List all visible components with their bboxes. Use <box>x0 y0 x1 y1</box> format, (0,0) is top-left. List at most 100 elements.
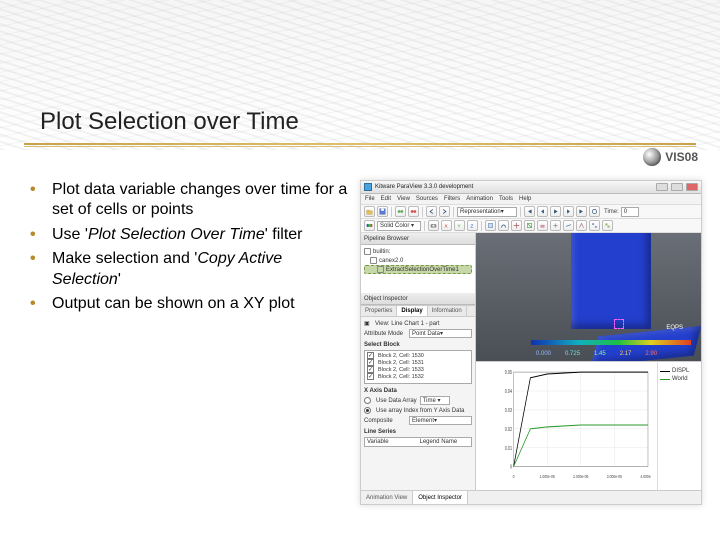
svg-text:0.04: 0.04 <box>505 389 513 395</box>
selection-marker <box>614 319 624 329</box>
y-axis-button[interactable]: Y <box>454 220 465 231</box>
filter-clip-button[interactable] <box>511 220 522 231</box>
filter-glyph-button[interactable] <box>550 220 561 231</box>
block-item[interactable]: Block 2, Cell: 1533 <box>367 366 469 373</box>
chart-plot: 00.010.020.030.040.0501.000e-052.000e-05… <box>476 362 657 493</box>
svg-text:0.03: 0.03 <box>505 407 513 413</box>
disconnect-button[interactable] <box>408 206 419 217</box>
minimize-button[interactable] <box>656 183 668 191</box>
block-checkbox[interactable] <box>367 359 374 366</box>
svg-text:0.02: 0.02 <box>505 426 513 432</box>
vcr-loop-button[interactable] <box>589 206 600 217</box>
block-checkbox[interactable] <box>367 373 374 380</box>
visibility-icon[interactable] <box>370 257 377 264</box>
filter-slice-button[interactable] <box>524 220 535 231</box>
vcr-last-button[interactable] <box>576 206 587 217</box>
bullet-item: •Output can be shown on a XY plot <box>30 294 355 314</box>
tab-display[interactable]: Display <box>397 306 427 316</box>
xaxis-dataarray-radio[interactable] <box>364 397 371 404</box>
tab-information[interactable]: Information <box>428 306 467 316</box>
color-array-dropdown[interactable]: Solid Color ▾ <box>377 221 421 231</box>
svg-text:X: X <box>444 224 448 229</box>
z-axis-button[interactable]: Z <box>467 220 478 231</box>
menu-animation[interactable]: Animation <box>466 196 493 202</box>
redo-button[interactable] <box>439 206 450 217</box>
menu-view[interactable]: View <box>397 196 410 202</box>
menu-edit[interactable]: Edit <box>381 196 391 202</box>
undo-button[interactable] <box>426 206 437 217</box>
3d-view[interactable]: EQPS 0.0000.7251.452.172.90 <box>476 233 701 361</box>
pipeline-browser-title: Pipeline Browser <box>361 233 475 245</box>
connect-button[interactable] <box>395 206 406 217</box>
line-series-label: Line Series <box>364 429 472 435</box>
menu-file[interactable]: File <box>365 196 375 202</box>
representation-dropdown[interactable]: Representation ▾ <box>457 207 517 217</box>
menu-filters[interactable]: Filters <box>444 196 460 202</box>
paraview-window: Kitware ParaView 3.3.0 development File E… <box>360 180 702 505</box>
menu-help[interactable]: Help <box>519 196 531 202</box>
object-inspector-title: Object Inspector <box>361 293 475 305</box>
menu-bar: File Edit View Sources Filters Animation Tools… <box>361 194 701 205</box>
x-axis-button[interactable]: X <box>441 220 452 231</box>
bottom-tab[interactable]: Animation View <box>361 491 413 504</box>
visibility-icon[interactable] <box>377 266 384 273</box>
pipeline-item[interactable]: builtin: <box>364 247 472 256</box>
maximize-button[interactable] <box>671 183 683 191</box>
vcr-first-button[interactable] <box>524 206 535 217</box>
filter-extract-button[interactable] <box>602 220 613 231</box>
close-button[interactable] <box>686 183 698 191</box>
filter-threshold-button[interactable] <box>537 220 548 231</box>
bottom-tab-bar: Animation ViewObject Inspector <box>361 490 701 504</box>
svg-text:3.000e-05: 3.000e-05 <box>607 473 623 479</box>
open-button[interactable] <box>364 206 375 217</box>
filter-group-button[interactable] <box>589 220 600 231</box>
vcr-next-button[interactable] <box>563 206 574 217</box>
block-list[interactable]: Block 2, Cell: 1530Block 2, Cell: 1531Bl… <box>364 350 472 384</box>
bottom-tab[interactable]: Object Inspector <box>413 491 468 504</box>
pipeline-item[interactable]: canex2.0 <box>364 256 472 265</box>
svg-text:0.01: 0.01 <box>505 445 513 451</box>
legend-item: DISPL <box>660 368 699 374</box>
filter-warp-button[interactable] <box>576 220 587 231</box>
vcr-prev-button[interactable] <box>537 206 548 217</box>
reset-camera-button[interactable] <box>428 220 439 231</box>
slide-title: Plot Selection over Time <box>40 108 299 136</box>
inspector-tabs: PropertiesDisplayInformation <box>361 306 475 317</box>
block-item[interactable]: Block 2, Cell: 1532 <box>367 373 469 380</box>
pipeline-item[interactable]: ExtractSelectionOverTime1 <box>364 265 472 274</box>
save-button[interactable] <box>377 206 388 217</box>
svg-text:0: 0 <box>513 473 516 479</box>
block-item[interactable]: Block 2, Cell: 1530 <box>367 352 469 359</box>
visibility-icon[interactable] <box>364 248 371 255</box>
col-legend: Legend Name <box>420 439 470 445</box>
tab-properties[interactable]: Properties <box>361 306 397 316</box>
pipeline-browser: builtin:canex2.0ExtractSelectionOverTime… <box>361 245 475 293</box>
block-checkbox[interactable] <box>367 366 374 373</box>
block-item[interactable]: Block 2, Cell: 1531 <box>367 359 469 366</box>
window-title: Kitware ParaView 3.3.0 development <box>375 184 653 190</box>
vcr-play-button[interactable] <box>550 206 561 217</box>
xaxis-array-dropdown[interactable]: Time ▾ <box>420 396 450 405</box>
col-variable: Variable <box>367 439 417 445</box>
xy-chart-view[interactable]: 00.010.020.030.040.0501.000e-052.000e-05… <box>476 361 701 493</box>
title-divider <box>24 143 696 149</box>
menu-sources[interactable]: Sources <box>416 196 438 202</box>
view-label: View: Line Chart 1 - part <box>375 321 440 327</box>
time-field[interactable]: 0 <box>621 207 639 217</box>
svg-text:Z: Z <box>470 224 473 229</box>
filter-stream-button[interactable] <box>563 220 574 231</box>
select-block-label: Select Block <box>364 342 472 348</box>
menu-tools[interactable]: Tools <box>499 196 513 202</box>
color-bar-ticks: 0.0000.7251.452.172.90 <box>536 351 657 357</box>
composite-label: Composite <box>364 418 406 424</box>
filter-calc-button[interactable] <box>485 220 496 231</box>
object-inspector: PropertiesDisplayInformation ▣View: Line… <box>361 305 475 493</box>
filter-contour-button[interactable] <box>498 220 509 231</box>
attribute-mode-dropdown[interactable]: Point Data ▾ <box>409 329 472 338</box>
block-checkbox[interactable] <box>367 352 374 359</box>
color-by-button[interactable] <box>364 220 375 231</box>
svg-text:Y: Y <box>457 224 461 229</box>
composite-dropdown[interactable]: Element ▾ <box>409 416 472 425</box>
xaxis-index-radio[interactable] <box>364 407 371 414</box>
svg-text:0.05: 0.05 <box>505 370 513 376</box>
